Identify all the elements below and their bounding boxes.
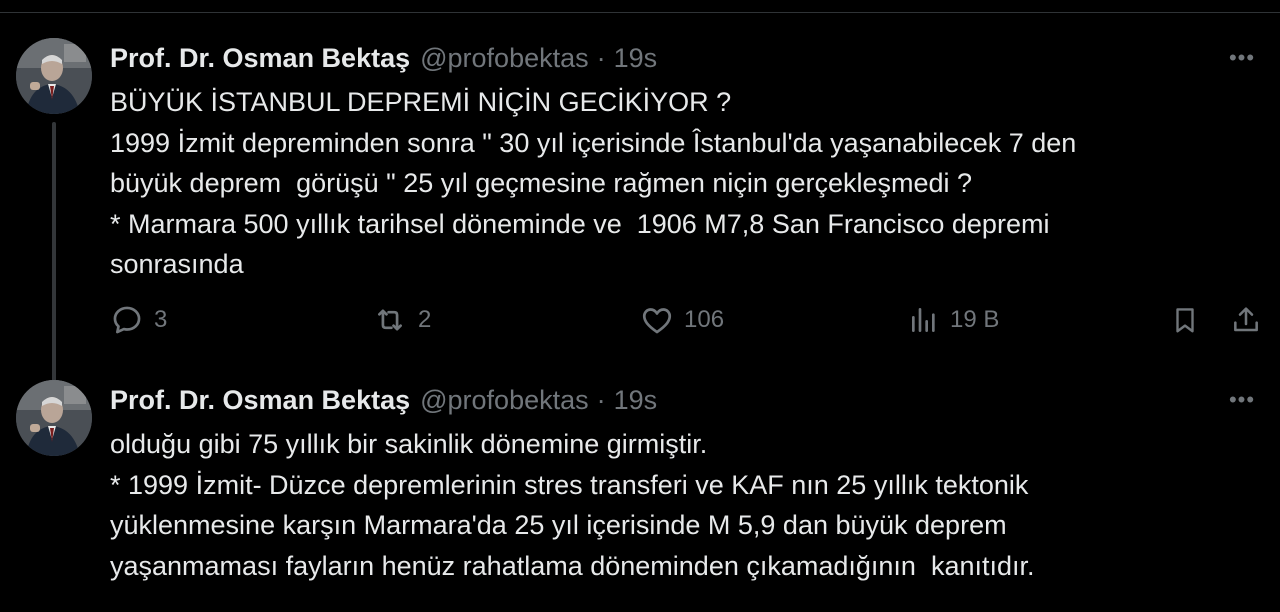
separator-dot: · <box>596 384 606 415</box>
avatar[interactable] <box>16 380 92 456</box>
tweet-text-line: sonrasında <box>110 249 244 279</box>
author-handle[interactable]: @profobektas <box>420 43 589 74</box>
like-button[interactable]: 106 <box>640 300 724 340</box>
bookmark-button[interactable] <box>1170 300 1200 340</box>
action-bar: 3 2 106 19 B <box>110 300 1270 340</box>
like-count: 106 <box>684 306 725 333</box>
more-icon[interactable]: ••• <box>1222 384 1262 416</box>
separator-dot: · <box>596 42 606 73</box>
tweet-header: Prof. Dr. Osman Bektaş @profobektas · 19… <box>110 40 657 76</box>
author-name[interactable]: Prof. Dr. Osman Bektaş <box>110 43 410 74</box>
tweet[interactable]: Prof. Dr. Osman Bektaş @profobektas · 19… <box>0 380 1280 612</box>
timestamp[interactable]: 19s <box>614 385 658 416</box>
timestamp[interactable]: 19s <box>614 43 658 74</box>
tweet-text-line: büyük deprem görüşü " 25 yıl geçmesine r… <box>110 168 973 198</box>
bookmark-icon <box>1176 308 1194 333</box>
timeline: Prof. Dr. Osman Bektaş @profobektas · 19… <box>0 0 1280 612</box>
retweet-icon <box>378 309 402 331</box>
tweet[interactable]: Prof. Dr. Osman Bektaş @profobektas · 19… <box>0 38 1280 410</box>
views-button[interactable]: 19 B <box>908 300 999 340</box>
tweet-text-line: BÜYÜK İSTANBUL DEPREMİ NİÇİN GECİKİYOR ? <box>110 87 732 117</box>
more-icon[interactable]: ••• <box>1222 42 1262 74</box>
tweet-text-line: olduğu gibi 75 yıllık bir sakinlik dönem… <box>110 429 708 459</box>
reply-icon <box>113 306 141 334</box>
share-button[interactable] <box>1230 300 1262 340</box>
tweet-text: BÜYÜK İSTANBUL DEPREMİ NİÇİN GECİKİYOR ?… <box>110 82 1220 285</box>
thread-line <box>52 122 56 410</box>
more-label: ••• <box>1228 387 1256 412</box>
tweet-text-line: yaşanmaması fayların henüz rahatlama dön… <box>110 550 1035 581</box>
tweet-text: olduğu gibi 75 yıllık bir sakinlik dönem… <box>110 424 1220 586</box>
share-icon <box>1234 307 1258 332</box>
views-icon <box>912 308 935 332</box>
retweet-count: 2 <box>418 306 432 333</box>
retweet-button[interactable]: 2 <box>372 300 431 340</box>
more-label: ••• <box>1228 45 1256 70</box>
top-divider <box>0 0 1280 13</box>
tweet-text-line: 1999 İzmit depreminden sonra " 30 yıl iç… <box>110 127 1077 158</box>
tweet-header: Prof. Dr. Osman Bektaş @profobektas · 19… <box>110 382 657 418</box>
tweet-text-line: * 1999 İzmit- Düzce depremlerinin stres … <box>110 469 1029 500</box>
author-name[interactable]: Prof. Dr. Osman Bektaş <box>110 385 410 416</box>
avatar[interactable] <box>16 38 92 114</box>
author-handle[interactable]: @profobektas <box>420 385 589 416</box>
reply-button[interactable]: 3 <box>110 300 167 340</box>
reply-count: 3 <box>154 306 168 333</box>
like-icon <box>642 308 672 334</box>
tweet-text-line: yüklenmesine karşın Marmara'da 25 yıl iç… <box>110 510 1007 540</box>
views-count: 19 B <box>950 306 1000 333</box>
tweet-text-line: * Marmara 500 yıllık tarihsel döneminde … <box>110 208 1050 239</box>
